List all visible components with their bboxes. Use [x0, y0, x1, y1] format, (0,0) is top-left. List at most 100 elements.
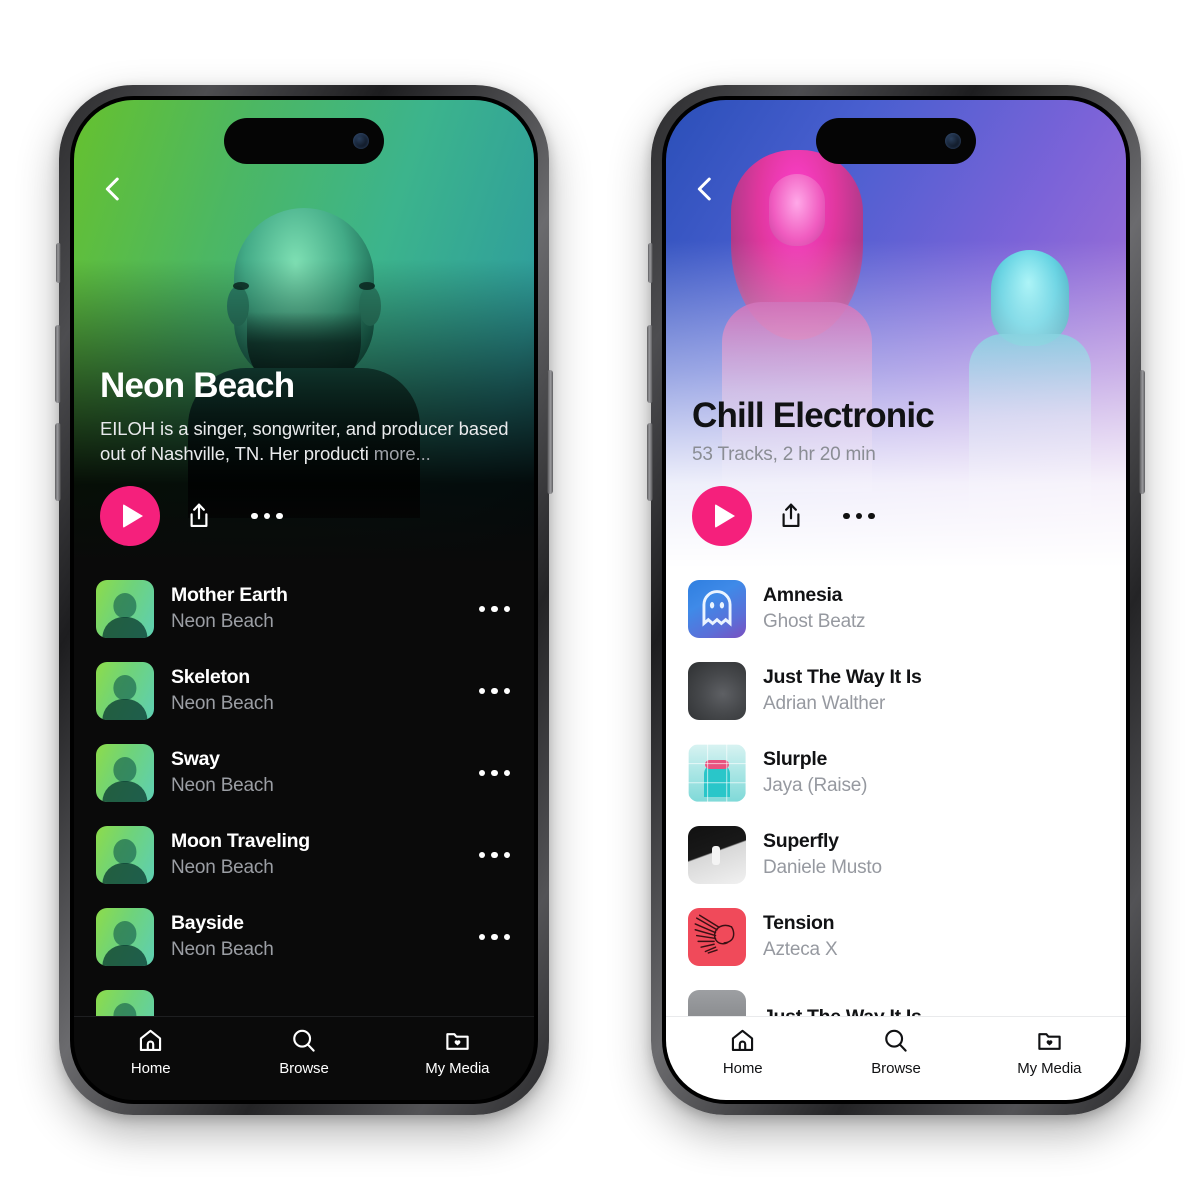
artist-description: EILOH is a singer, songwriter, and produ… [100, 416, 510, 466]
bottom-navigation-bar: Home Browse My Media [666, 1016, 1126, 1100]
front-camera-icon [945, 133, 961, 149]
track-row[interactable]: Tension Azteca X [666, 896, 1126, 978]
track-list-artist[interactable]: Mother Earth Neon Beach Skeleton Neon Be… [74, 568, 534, 1016]
play-icon [122, 504, 143, 528]
track-artwork [96, 908, 154, 966]
track-more-button[interactable] [478, 933, 510, 941]
track-artwork [688, 662, 746, 720]
track-row[interactable]: Skeleton Neon Beach [74, 650, 534, 732]
track-title: Tension [763, 911, 835, 934]
screen-playlist-page: Chill Electronic 53 Tracks, 2 hr 20 min [666, 100, 1126, 1100]
home-icon [140, 1029, 162, 1052]
track-row[interactable]: Mother Earth Neon Beach [74, 568, 534, 650]
search-icon [885, 1029, 908, 1052]
volume-down-button[interactable] [647, 423, 653, 501]
track-meta: Bayside Neon Beach [171, 911, 462, 963]
mute-switch[interactable] [648, 243, 653, 283]
hero-actions [692, 486, 1102, 546]
track-row[interactable]: Slurple Jaya (Raise) [666, 732, 1126, 814]
bottom-navigation-bar: Home Browse My Media [74, 1016, 534, 1100]
more-horizontal-icon [478, 851, 510, 859]
volume-down-button[interactable] [55, 423, 61, 501]
volume-up-button[interactable] [55, 325, 61, 403]
artist-hero: Neon Beach EILOH is a singer, songwriter… [74, 100, 534, 568]
track-artwork [96, 580, 154, 638]
chevron-left-icon [105, 177, 119, 201]
page-title: Neon Beach [100, 365, 295, 405]
chevron-left-icon [697, 177, 711, 201]
more-horizontal-icon [478, 933, 510, 941]
track-row-partial[interactable]: Just The Way It Is [666, 978, 1126, 1016]
track-title: Moon Traveling [171, 829, 310, 852]
play-button[interactable] [100, 486, 160, 546]
ghost-icon [702, 590, 732, 627]
track-title: Superfly [763, 829, 839, 852]
track-artwork [96, 990, 154, 1016]
track-row[interactable]: Bayside Neon Beach [74, 896, 534, 978]
back-button[interactable] [688, 172, 722, 206]
screen-artist-page: Neon Beach EILOH is a singer, songwriter… [74, 100, 534, 1100]
track-artist: Adrian Walther [763, 693, 886, 715]
folder-heart-icon [446, 1033, 469, 1050]
artist-hero-text: Neon Beach EILOH is a singer, songwriter… [100, 365, 510, 546]
nav-item-home[interactable]: Home [74, 1027, 227, 1077]
phone-artist-page: Neon Beach EILOH is a singer, songwriter… [55, 85, 553, 1115]
track-title: Sway [171, 747, 220, 770]
track-list-playlist[interactable]: Amnesia Ghost Beatz Just The Way It Is A… [666, 568, 1126, 1016]
track-artwork [96, 662, 154, 720]
more-horizontal-icon [251, 512, 283, 520]
track-more-button[interactable] [478, 851, 510, 859]
track-artist: Neon Beach [171, 611, 274, 633]
more-options-button[interactable] [238, 487, 296, 545]
playlist-hero: Chill Electronic 53 Tracks, 2 hr 20 min [666, 100, 1126, 568]
track-row[interactable]: Amnesia Ghost Beatz [666, 568, 1126, 650]
track-artist: Ghost Beatz [763, 611, 866, 633]
track-more-button[interactable] [478, 769, 510, 777]
search-icon [293, 1029, 316, 1052]
nav-item-my-media[interactable]: My Media [973, 1027, 1126, 1077]
playlist-meta: 53 Tracks, 2 hr 20 min [692, 444, 876, 465]
share-button[interactable] [762, 487, 820, 545]
track-row[interactable]: Superfly Daniele Musto [666, 814, 1126, 896]
track-title: Mother Earth [171, 583, 288, 606]
more-horizontal-icon [843, 512, 875, 520]
nav-item-browse[interactable]: Browse [227, 1027, 380, 1077]
power-button[interactable] [1139, 370, 1145, 494]
power-button[interactable] [547, 370, 553, 494]
track-row[interactable]: Moon Traveling Neon Beach [74, 814, 534, 896]
track-row[interactable]: Just The Way It Is Adrian Walther [666, 650, 1126, 732]
more-options-button[interactable] [830, 487, 888, 545]
share-button[interactable] [170, 487, 228, 545]
play-icon [714, 504, 735, 528]
track-artist: Neon Beach [171, 693, 274, 715]
more-horizontal-icon [478, 769, 510, 777]
track-meta: Tension Azteca X [763, 911, 1102, 963]
nav-item-my-media[interactable]: My Media [381, 1027, 534, 1077]
track-row[interactable]: Sway Neon Beach [74, 732, 534, 814]
track-title: Just The Way It Is [763, 1005, 1102, 1016]
nav-item-browse[interactable]: Browse [819, 1027, 972, 1077]
volume-up-button[interactable] [647, 325, 653, 403]
more-horizontal-icon [478, 605, 510, 613]
nav-label-home: Home [130, 1060, 171, 1077]
nav-label-my-media: My Media [1017, 1060, 1082, 1077]
track-artist: Jaya (Raise) [763, 775, 868, 797]
track-artist: Neon Beach [171, 857, 274, 879]
track-artist: Azteca X [763, 939, 838, 961]
read-more-link[interactable]: more... [374, 443, 431, 464]
home-icon [732, 1029, 754, 1052]
back-button[interactable] [96, 172, 130, 206]
playlist-hero-text: Chill Electronic 53 Tracks, 2 hr 20 min [692, 397, 1102, 546]
track-title: Slurple [763, 747, 827, 770]
track-more-button[interactable] [478, 605, 510, 613]
track-more-button[interactable] [478, 687, 510, 695]
track-artist: Daniele Musto [763, 857, 882, 879]
mute-switch[interactable] [56, 243, 61, 283]
nav-label-browse: Browse [871, 1060, 921, 1077]
front-camera-icon [353, 133, 369, 149]
track-meta: Just The Way It Is [763, 1005, 1102, 1016]
track-artwork [688, 744, 746, 802]
nav-item-home[interactable]: Home [666, 1027, 819, 1077]
track-row-partial[interactable] [74, 978, 534, 1016]
play-button[interactable] [692, 486, 752, 546]
